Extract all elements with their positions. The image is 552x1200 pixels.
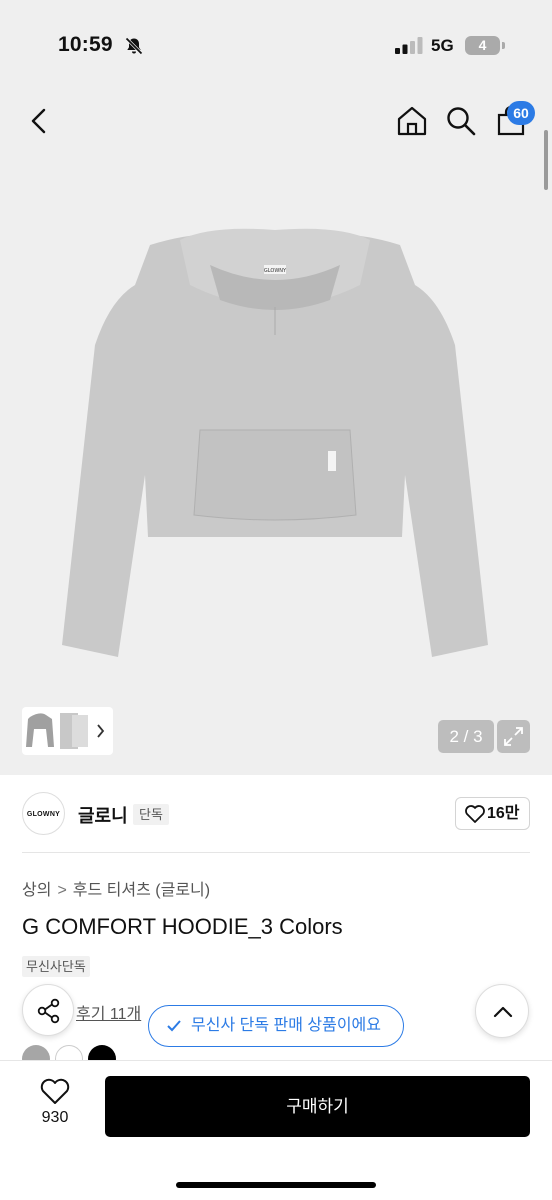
exclusive-toast: 무신사 단독 판매 상품이에요 [148, 1005, 404, 1047]
breadcrumb: 상의 > 후드 티셔츠 (글로니) [22, 876, 210, 900]
scroll-top-button[interactable] [475, 984, 529, 1038]
breadcrumb-separator: > [57, 882, 67, 899]
scrollbar[interactable] [544, 130, 548, 190]
brand-like-button[interactable]: 16만 [455, 797, 530, 830]
product-like-count: 930 [41, 1109, 69, 1126]
brand-like-count: 16만 [487, 805, 520, 822]
hoodie-product-image[interactable]: GLOWNY [60, 225, 490, 665]
network-type: 5G [431, 36, 454, 55]
heart-icon [40, 1078, 70, 1104]
garment-label-text: GLOWNY [264, 268, 287, 274]
status-time: 10:59 [58, 33, 113, 56]
check-icon [167, 1020, 181, 1032]
brand-name[interactable]: 글로니 [78, 802, 128, 828]
thumbnail-hoodie-icon[interactable] [22, 707, 113, 755]
cart-count-badge: 60 [507, 101, 535, 125]
review-count-link[interactable]: 후기 11개 [76, 1000, 141, 1024]
product-title: G COMFORT HOODIE_3 Colors [22, 914, 343, 939]
heart-icon [465, 805, 485, 823]
status-bar: 10:59 5G 4 [0, 0, 552, 90]
signal-icon [395, 37, 423, 54]
home-indicator [176, 1182, 376, 1188]
exclusive-tag: 무신사단독 [22, 956, 90, 977]
thumbnail-strip[interactable] [22, 707, 113, 755]
home-icon[interactable] [396, 105, 428, 137]
battery-level: 4 [478, 37, 487, 53]
breadcrumb-item-subcategory[interactable]: 후드 티셔츠 (글로니) [73, 882, 210, 899]
expand-icon [504, 727, 523, 746]
back-icon[interactable] [24, 105, 56, 137]
product-like-button[interactable]: 930 [30, 1078, 80, 1134]
share-icon [37, 998, 60, 1024]
chevron-up-icon [493, 1006, 513, 1018]
search-icon[interactable] [445, 105, 477, 137]
divider [22, 852, 530, 853]
expand-button[interactable] [497, 720, 530, 753]
battery-icon: 4 [465, 36, 505, 56]
brand-exclusive-tag: 단독 [133, 804, 169, 825]
gallery-pager: 2 / 3 [438, 720, 494, 753]
bell-muted-icon [125, 37, 143, 55]
share-button[interactable] [22, 984, 74, 1036]
breadcrumb-item-category[interactable]: 상의 [22, 882, 51, 899]
brand-logo[interactable]: GLOWNY [22, 792, 65, 835]
buy-button[interactable]: 구매하기 [105, 1076, 530, 1137]
toast-text: 무신사 단독 판매 상품이에요 [191, 1017, 381, 1034]
